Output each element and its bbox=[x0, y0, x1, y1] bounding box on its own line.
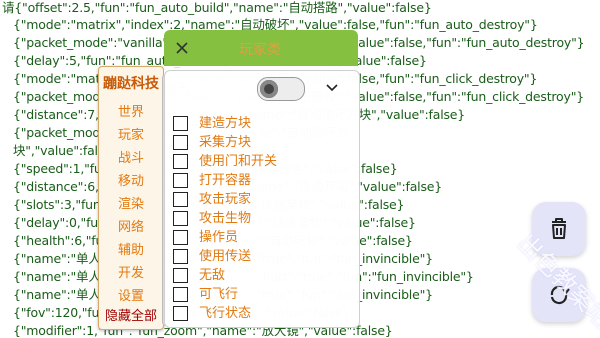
menu-title: 蹦跶科技 bbox=[103, 76, 159, 92]
checkbox[interactable] bbox=[173, 287, 188, 302]
option-label: 建造方块 bbox=[199, 116, 252, 131]
checkbox[interactable] bbox=[173, 116, 188, 131]
menu-item-assist[interactable]: 辅助 bbox=[99, 239, 163, 258]
checkbox[interactable] bbox=[173, 154, 188, 169]
checkbox[interactable] bbox=[173, 211, 188, 226]
checkbox[interactable] bbox=[173, 173, 188, 188]
checkbox[interactable] bbox=[173, 230, 188, 245]
module-toggle[interactable] bbox=[257, 77, 305, 101]
player-panel: 玩家类 建造方块 采集方块 使用门和开关 打开容器 攻击玩家 攻击生物 操作员 … bbox=[164, 30, 360, 328]
option-label: 攻击生物 bbox=[199, 211, 252, 226]
hide-all-button[interactable]: 隐藏全部 bbox=[99, 305, 163, 324]
close-icon[interactable] bbox=[172, 38, 192, 58]
menu-item-render[interactable]: 渲染 bbox=[99, 193, 163, 212]
panel-body: 建造方块 采集方块 使用门和开关 打开容器 攻击玩家 攻击生物 操作员 使用传送… bbox=[164, 70, 360, 328]
option-label: 可飞行 bbox=[199, 287, 239, 302]
menu-item-player[interactable]: 玩家 bbox=[99, 124, 163, 143]
panel-header: 玩家类 bbox=[164, 30, 358, 66]
config-line: 请{"offset":2.5,"fun":"fun_auto_build","n… bbox=[2, 0, 432, 15]
menu-item-world[interactable]: 世界 bbox=[99, 101, 163, 120]
option-label: 打开容器 bbox=[199, 173, 252, 188]
menu-item-settings[interactable]: 设置 bbox=[99, 285, 163, 304]
checkbox[interactable] bbox=[173, 306, 188, 321]
checkbox[interactable] bbox=[173, 192, 188, 207]
option-label: 攻击玩家 bbox=[199, 192, 252, 207]
panel-title: 玩家类 bbox=[239, 42, 281, 58]
option-label: 操作员 bbox=[199, 230, 239, 245]
close-icon-glyph bbox=[176, 42, 188, 54]
checkbox[interactable] bbox=[173, 249, 188, 264]
checkbox[interactable] bbox=[173, 135, 188, 150]
option-label: 采集方块 bbox=[199, 135, 252, 150]
menu-item-network[interactable]: 网络 bbox=[99, 216, 163, 235]
option-label: 使用门和开关 bbox=[199, 154, 278, 169]
checkbox[interactable] bbox=[173, 268, 188, 283]
toggle-knob bbox=[260, 80, 278, 98]
menu-item-movement[interactable]: 移动 bbox=[99, 170, 163, 189]
option-label: 无敌 bbox=[199, 268, 226, 283]
chevron-down-icon[interactable] bbox=[325, 81, 339, 95]
menu-item-combat[interactable]: 战斗 bbox=[99, 147, 163, 166]
menu-item-dev[interactable]: 开发 bbox=[99, 262, 163, 281]
option-label: 飞行状态 bbox=[199, 306, 252, 321]
option-label: 使用传送 bbox=[199, 249, 252, 264]
category-menu: 蹦跶科技 世界 玩家 战斗 移动 渲染 网络 辅助 开发 设置 隐藏全部 bbox=[98, 66, 164, 330]
